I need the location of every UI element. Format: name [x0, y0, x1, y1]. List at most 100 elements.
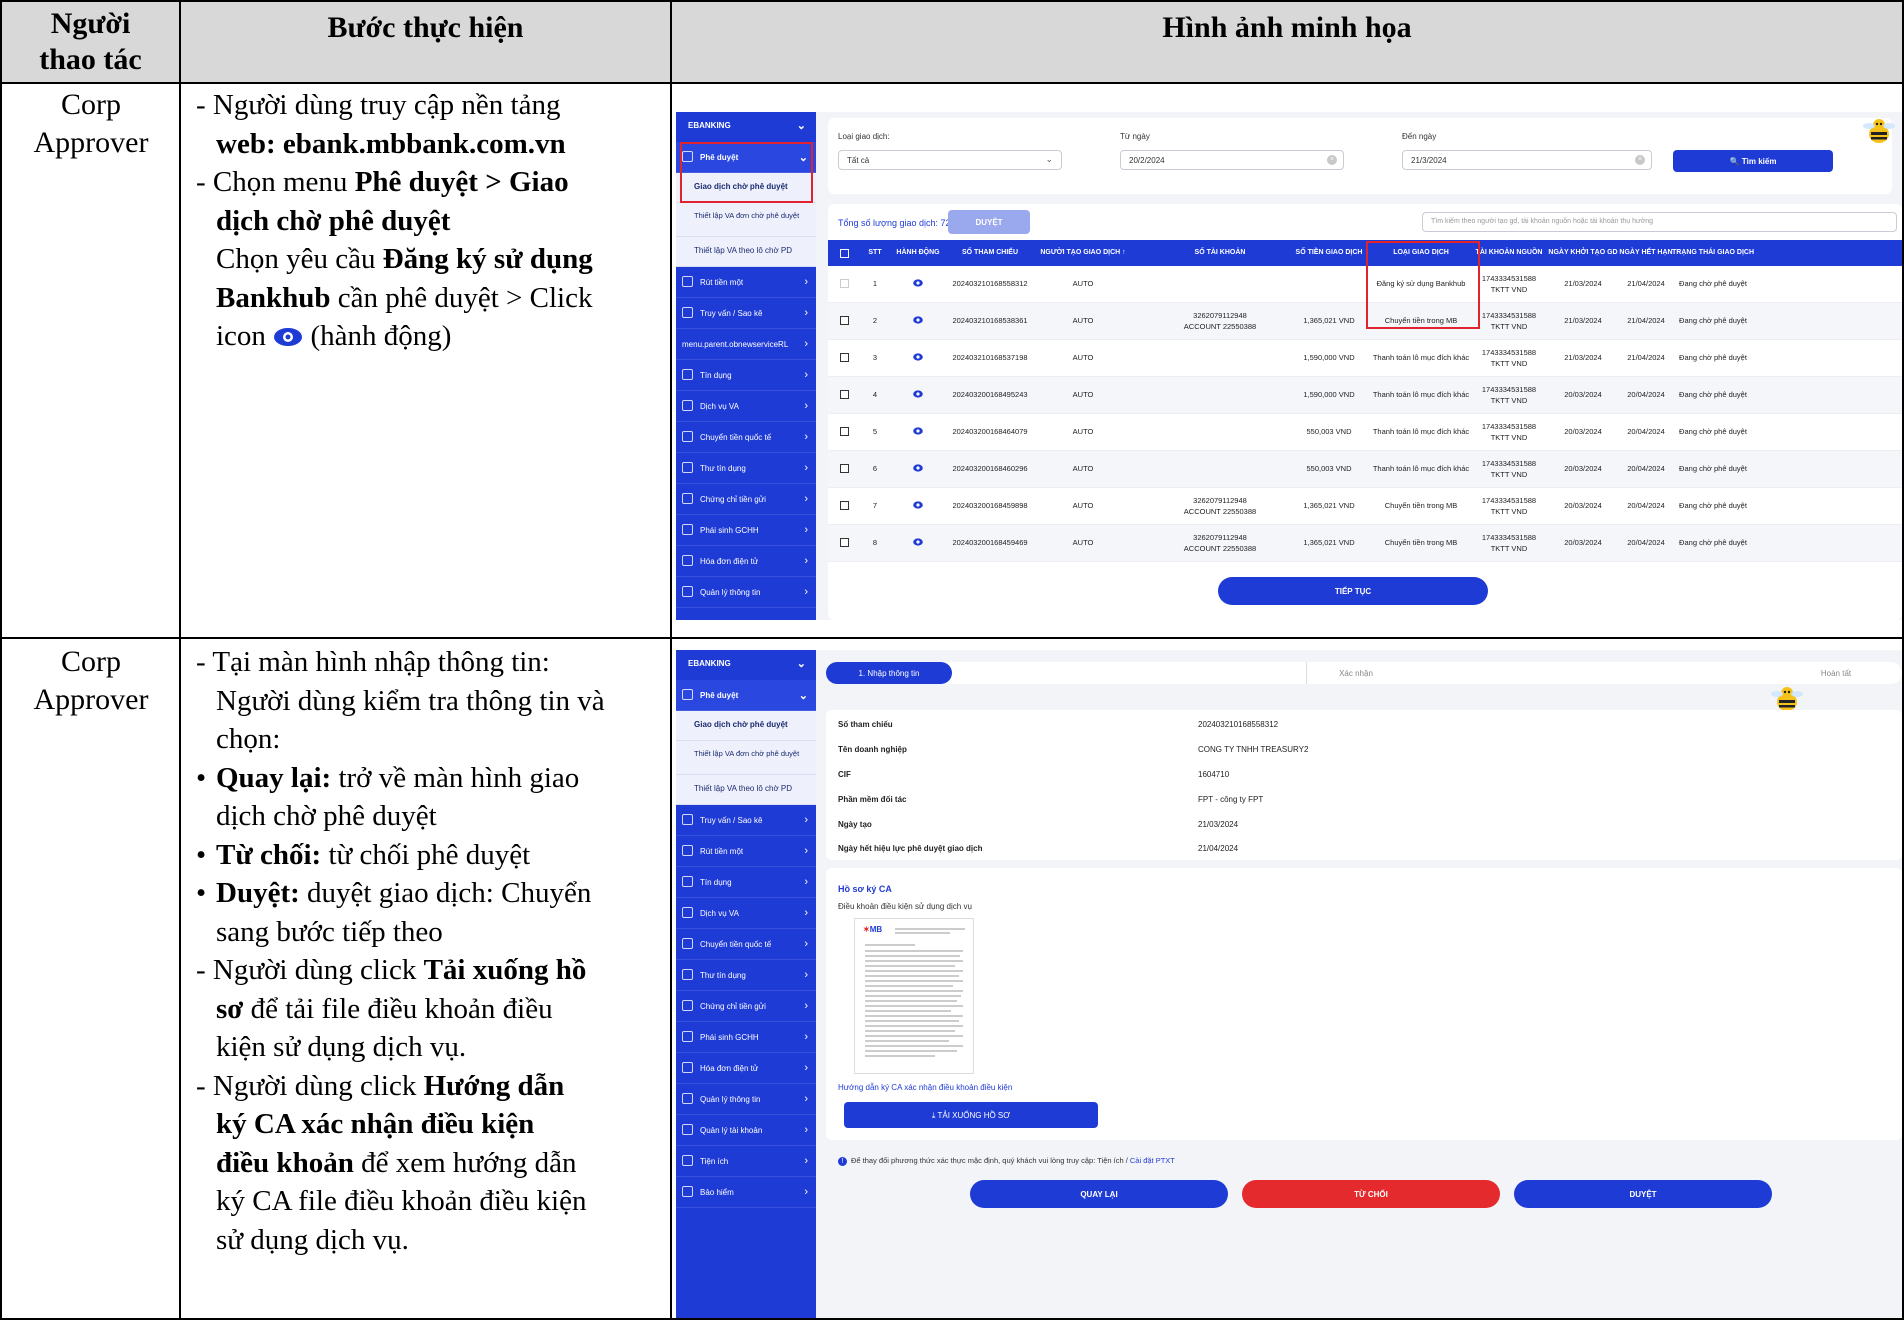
eye-icon[interactable] [913, 464, 923, 472]
to-date-label: Đến ngày [1402, 132, 1437, 141]
status-cell: Đang chờ phê duyệt [1679, 279, 1747, 288]
continue-button[interactable]: TIẾP TỤC [1218, 577, 1488, 605]
eye-icon[interactable] [913, 427, 923, 435]
sidebar-item[interactable]: Tiện ích › [676, 1146, 816, 1177]
column-header[interactable]: NGÀY HẾT HẠN [1619, 249, 1672, 256]
expire-cell: 21/04/2024 [1627, 316, 1665, 325]
document-table: Người thao tác Bước thực hiện Hình ảnh m… [0, 0, 1904, 1320]
search-button[interactable]: 🔍 Tìm kiếm [1673, 150, 1833, 172]
sidebar-item-phe-duyet[interactable]: Phê duyệt ⌄ [676, 680, 816, 711]
eye-icon[interactable] [913, 279, 923, 287]
sidebar-sub-va-single[interactable]: Thiết lập VA đơn chờ phê duyệt [676, 203, 816, 237]
sidebar-item[interactable]: Truy vấn / Sao kê › [676, 805, 816, 836]
sidebar-sub-va-batch[interactable]: Thiết lập VA theo lô chờ PD [676, 237, 816, 267]
sidebar-sub-va-single[interactable]: Thiết lập VA đơn chờ phê duyệt [676, 741, 816, 775]
type-cell: Thanh toán lô mục đích khác [1372, 353, 1470, 362]
search-input[interactable]: Tìm kiếm theo người tạo gd, tài khoản ng… [1422, 212, 1897, 232]
row-checkbox[interactable] [840, 464, 849, 473]
total-count: Tổng số lượng giao dịch: 72 [838, 218, 951, 228]
document-text-lines [865, 928, 965, 1057]
row-checkbox[interactable] [840, 390, 849, 399]
column-header[interactable]: TÀI KHOẢN NGUỒN [1476, 249, 1543, 256]
expire-cell: 20/04/2024 [1627, 390, 1665, 399]
eye-icon[interactable] [913, 501, 923, 509]
eye-icon[interactable] [913, 353, 923, 361]
sidebar-item[interactable]: Chuyển tiền quốc tế › [676, 422, 816, 453]
approve-all-button[interactable]: DUYỆT [948, 210, 1030, 234]
eye-icon[interactable] [913, 316, 923, 324]
sidebar-title[interactable]: EBANKING ⌄ [676, 112, 816, 142]
sidebar-item[interactable]: Phái sinh GCHH › [676, 1022, 816, 1053]
created-cell: 20/03/2024 [1564, 390, 1602, 399]
select-all-checkbox[interactable] [840, 249, 849, 258]
ptxt-settings-link[interactable]: Cài đặt PTXT [1130, 1156, 1175, 1165]
table-row[interactable]: 1 20240321016855831​2 AUTO Đăng ký sử dụng … [828, 266, 1902, 303]
table-row[interactable]: 3 202403210168537198 AUTO 1,590,000 VND Than… [828, 340, 1902, 377]
sidebar-item[interactable]: Chứng chỉ tiền gửi › [676, 991, 816, 1022]
row-checkbox[interactable] [840, 538, 849, 547]
eye-icon[interactable] [913, 390, 923, 398]
ca-guide-link[interactable]: Hướng dẫn ký CA xác nhận điều khoản điều… [838, 1083, 1012, 1092]
sidebar-item[interactable]: Chứng chỉ tiền gửi › [676, 484, 816, 515]
column-header[interactable]: TRẠNG THÁI GIAO DỊCH [1672, 249, 1754, 256]
source-account-type: TKTT VND [1490, 544, 1528, 553]
column-header[interactable]: SỐ THAM CHIẾU [962, 249, 1018, 256]
grid-line [670, 0, 672, 1320]
sidebar-item[interactable]: Quản lý tài khoản › [676, 1115, 816, 1146]
table-row[interactable]: 6 202403200168460296 AUTO 550,003 VND Thanh … [828, 451, 1902, 488]
column-header[interactable]: SỐ TIỀN GIAO DỊCH [1296, 249, 1363, 256]
detail-key: Số tham chiếu [838, 720, 893, 729]
step-input: 1. Nhập thông tin [826, 662, 952, 684]
sidebar-item[interactable]: Phái sinh GCHH › [676, 515, 816, 546]
reject-button[interactable]: TỪ CHỐI [1242, 1180, 1500, 1208]
column-header[interactable]: NGƯỜI TẠO GIAO DỊCH ↑ [1040, 249, 1125, 256]
eye-icon[interactable] [913, 538, 923, 546]
clear-icon[interactable]: × [1327, 155, 1337, 165]
row-checkbox[interactable] [840, 316, 849, 325]
row-checkbox[interactable] [840, 353, 849, 362]
column-header[interactable]: SỐ TÀI KHOẢN [1195, 249, 1246, 256]
sidebar-title[interactable]: EBANKING ⌄ [676, 650, 816, 680]
filter-card: Loại giao dịch: Tất cả ⌄ Từ ngày 20/2/202… [828, 118, 1892, 194]
sidebar-item[interactable]: menu.parent.obnewserviceRL › [676, 329, 816, 360]
sidebar-item[interactable]: Tín dụng › [676, 360, 816, 391]
column-header[interactable]: NGÀY KHỞI TẠO GD [1548, 249, 1617, 256]
table-row[interactable]: 5 202403200168464079 AUTO 550,003 VND Thanh … [828, 414, 1902, 451]
sidebar-item[interactable]: Rút tiền một › [676, 836, 816, 867]
table-row[interactable]: 2 202403210168538361 AUTO 3262079112948 ACCO… [828, 303, 1902, 340]
sidebar-sub-pending[interactable]: Giao dịch chờ phê duyệt [676, 711, 816, 741]
column-header[interactable]: HÀNH ĐỘNG [896, 249, 939, 256]
sidebar-item[interactable]: Thư tín dụng › [676, 453, 816, 484]
sidebar-sub-va-batch[interactable]: Thiết lập VA theo lô chờ PD [676, 775, 816, 805]
table-row[interactable]: 8 202403200168459469 AUTO 3262079112948 ACCO… [828, 525, 1902, 562]
sidebar-item[interactable]: Hóa đơn điện tử › [676, 1053, 816, 1084]
table-row[interactable]: 4 202403200168495243 AUTO 1,590,000 VND Than… [828, 377, 1902, 414]
row-checkbox[interactable] [840, 501, 849, 510]
sidebar-item[interactable]: Quản lý thông tin › [676, 577, 816, 608]
sidebar-item[interactable]: Bảo hiểm › [676, 1177, 816, 1208]
to-date-input[interactable]: 21/3/2024 × [1402, 150, 1652, 170]
sidebar-item[interactable]: Chuyển tiền quốc tế › [676, 929, 816, 960]
download-button[interactable]: ⤓ TẢI XUỐNG HỒ SƠ [844, 1102, 1098, 1128]
row-checkbox[interactable] [840, 279, 849, 288]
sidebar-item[interactable]: Truy vấn / Sao kê › [676, 298, 816, 329]
table-row[interactable]: 7 202403200168459898 AUTO 3262079112948 ACCO… [828, 488, 1902, 525]
terms-document-preview[interactable]: ✶MB [854, 918, 974, 1074]
sidebar-item[interactable]: Hóa đơn điện tử › [676, 546, 816, 577]
sidebar-item[interactable]: Dịch vụ VA › [676, 391, 816, 422]
from-date-input[interactable]: 20/2/2024 × [1120, 150, 1344, 170]
column-header[interactable]: STT [868, 249, 881, 256]
back-button[interactable]: QUAY LẠI [970, 1180, 1228, 1208]
approve-button[interactable]: DUYỆT [1514, 1180, 1772, 1208]
sidebar-item[interactable]: Thư tín dụng › [676, 960, 816, 991]
sidebar-item[interactable]: Rút tiền một › [676, 267, 816, 298]
account-number: 3262079112948 [1193, 496, 1247, 505]
sidebar-item[interactable]: Tín dụng › [676, 867, 816, 898]
type-select[interactable]: Tất cả ⌄ [838, 150, 1062, 170]
clear-icon[interactable]: × [1635, 155, 1645, 165]
source-account-cell: 1743334531588 TKTT VND [1482, 532, 1536, 554]
row-checkbox[interactable] [840, 427, 849, 436]
ref-cell: 202403200168460296 [952, 464, 1028, 473]
sidebar-item[interactable]: Dịch vụ VA › [676, 898, 816, 929]
sidebar-item[interactable]: Quản lý thông tin › [676, 1084, 816, 1115]
